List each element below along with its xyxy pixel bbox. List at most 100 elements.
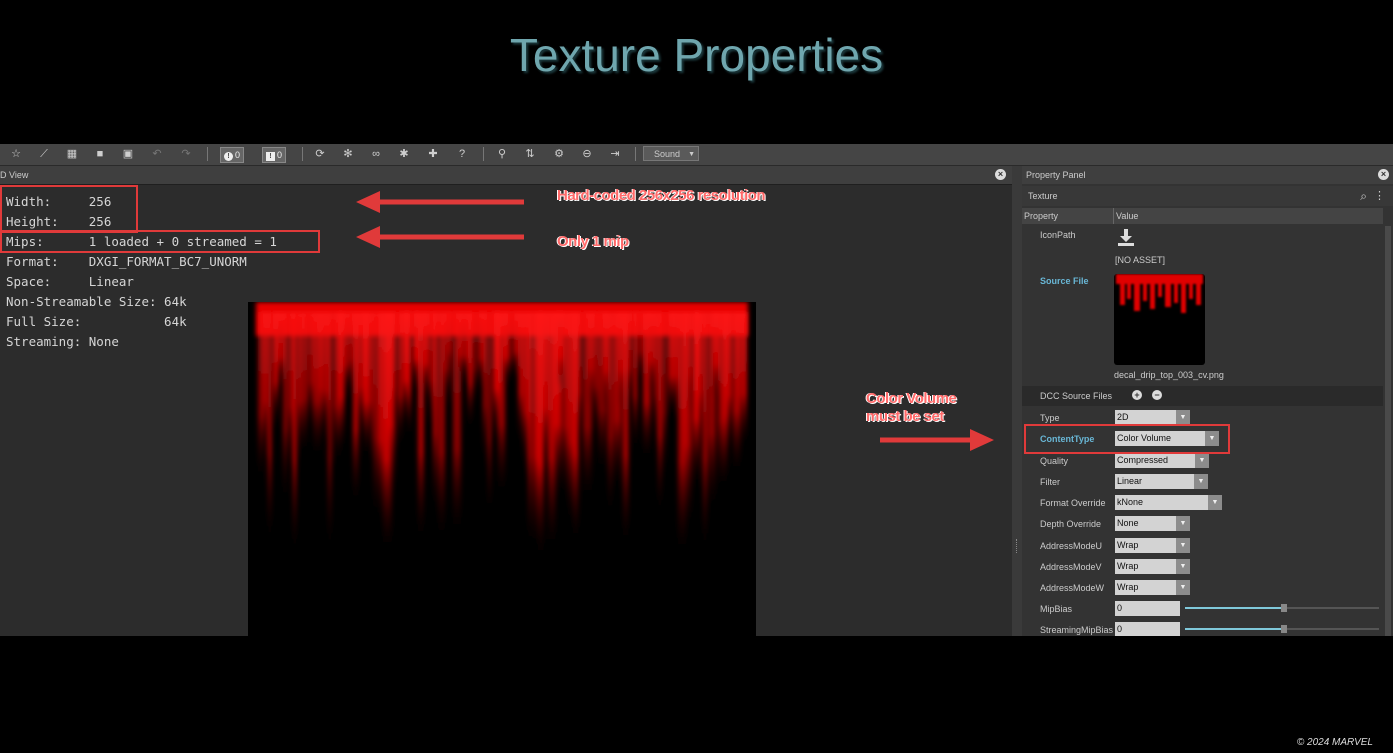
sort-icon[interactable]: ⇅ — [522, 147, 538, 161]
highlight-mips-box — [0, 230, 320, 253]
warning-icon: ! — [266, 152, 275, 161]
error-count-badge[interactable]: ! 0 — [220, 147, 245, 163]
filter-icon[interactable]: ⚲ — [494, 147, 510, 161]
streamingmipbias-value: 0 — [1117, 624, 1123, 634]
plus-icon[interactable]: ✚ — [425, 147, 441, 161]
view-panel-header: D View × — [0, 166, 1012, 185]
error-count: 0 — [235, 150, 241, 160]
arrow-left-icon — [356, 226, 524, 248]
grid-icon[interactable]: ▦ — [64, 147, 80, 161]
prop-label-iconpath: IconPath — [1040, 230, 1076, 240]
redo-icon[interactable]: ↷ — [178, 147, 194, 161]
more-icon[interactable]: ⋮ — [1374, 186, 1385, 206]
info-space: Space: Linear — [6, 274, 134, 289]
streamingmipbias-slider[interactable] — [1185, 625, 1379, 633]
remove-icon[interactable]: − — [1152, 390, 1162, 400]
highlight-contenttype-box — [1024, 424, 1230, 454]
annotation-mip: Only 1 mip — [557, 233, 629, 250]
addressmodew-dropdown[interactable]: Wrap ▼ — [1115, 580, 1190, 595]
help-icon[interactable]: ? — [454, 147, 470, 161]
streamingmipbias-input[interactable]: 0 — [1115, 622, 1180, 636]
source-file-name: decal_drip_top_003_cv.png — [1114, 370, 1224, 380]
column-divider[interactable] — [1113, 208, 1114, 224]
wand-icon[interactable]: ⟋ — [36, 147, 52, 161]
column-property: Property — [1024, 211, 1059, 221]
toolbar-divider — [635, 147, 636, 161]
editor-window: ☆ ⟋ ▦ ■ ▣ ↶ ↷ ! 0 ! 0 ⟳ ✻ ∞ ✱ ✚ ? ⚲ ⇅ ⚙ ⊖ … — [0, 144, 1393, 636]
search-icon[interactable]: ⌕ — [1360, 186, 1367, 206]
streamingmipbias-slider-handle[interactable] — [1281, 625, 1287, 633]
dcc-label: DCC Source Files — [1040, 391, 1113, 401]
addressmodeu-dropdown[interactable]: Wrap ▼ — [1115, 538, 1190, 553]
toolbar: ☆ ⟋ ▦ ■ ▣ ↶ ↷ ! 0 ! 0 ⟳ ✻ ∞ ✱ ✚ ? ⚲ ⇅ ⚙ ⊖ … — [0, 144, 1393, 166]
toolbar-divider — [302, 147, 303, 161]
depth-override-value: None — [1117, 518, 1139, 528]
error-icon: ! — [224, 152, 233, 161]
prop-label-addressmodev: AddressModeV — [1040, 562, 1102, 572]
source-file-thumbnail[interactable] — [1114, 274, 1205, 365]
prop-label-addressmodew: AddressModeW — [1040, 583, 1105, 593]
save-icon[interactable]: ▣ — [120, 147, 136, 161]
settings-icon[interactable]: ⚙ — [551, 147, 567, 161]
snowflake-icon[interactable]: ✻ — [340, 147, 356, 161]
type-dropdown[interactable]: 2D ▼ — [1115, 410, 1190, 425]
texture-preview — [248, 302, 756, 636]
prop-label-mipbias: MipBias — [1040, 604, 1073, 614]
filter-dropdown[interactable]: Linear ▼ — [1115, 474, 1208, 489]
refresh-icon[interactable]: ⟳ — [312, 147, 328, 161]
warning-count-badge[interactable]: ! 0 — [262, 147, 287, 163]
arrow-left-icon — [356, 191, 524, 213]
prop-label-addressmodeu: AddressModeU — [1040, 541, 1103, 551]
lock-icon[interactable]: ■ — [92, 147, 108, 161]
column-value: Value — [1116, 211, 1139, 221]
undo-icon[interactable]: ↶ — [149, 147, 165, 161]
mipbias-input[interactable]: 0 — [1115, 601, 1180, 616]
close-icon[interactable]: × — [995, 169, 1006, 180]
prop-label-quality: Quality — [1040, 456, 1069, 466]
property-panel: Property Panel × Texture ⌕ ⋮ Property Va… — [1022, 166, 1393, 636]
object-type-label: Texture — [1028, 191, 1058, 201]
mipbias-slider-handle[interactable] — [1281, 604, 1287, 612]
quality-value: Compressed — [1117, 455, 1169, 465]
dcc-source-files-row: DCC Source Files + − — [1022, 386, 1383, 406]
exit-icon[interactable]: ⇥ — [607, 147, 623, 161]
annotation-resolution: Hard-coded 256x256 resolution — [557, 187, 766, 204]
mipbias-slider[interactable] — [1185, 604, 1379, 612]
minus-icon[interactable]: ⊖ — [579, 147, 595, 161]
info-full-size: Full Size: 64k — [6, 314, 187, 329]
sound-dropdown[interactable]: Sound ▼ — [643, 146, 699, 161]
addressmodev-dropdown[interactable]: Wrap ▼ — [1115, 559, 1190, 574]
addressmodev-value: Wrap — [1117, 561, 1139, 571]
download-icon[interactable] — [1116, 228, 1136, 248]
format-override-value: kNone — [1117, 497, 1144, 507]
info-format: Format: DXGI_FORMAT_BC7_UNORM — [6, 254, 247, 269]
prop-label-depth-override: Depth Override — [1040, 519, 1102, 529]
scrollbar[interactable] — [1385, 226, 1391, 636]
prop-label-format-override: Format Override — [1040, 498, 1106, 508]
link-icon[interactable]: ∞ — [368, 147, 384, 161]
chevron-down-icon: ▼ — [1194, 474, 1208, 489]
chevron-down-icon: ▼ — [1208, 495, 1222, 510]
icon-path-value: [NO ASSET] — [1115, 255, 1166, 265]
chevron-down-icon: ▼ — [1176, 580, 1190, 595]
property-panel-title: Property Panel — [1026, 170, 1086, 180]
star-icon[interactable]: ☆ — [8, 147, 24, 161]
prop-label-streamingmipbias: StreamingMipBias — [1040, 625, 1114, 635]
add-icon[interactable]: + — [1132, 390, 1142, 400]
mipbias-value: 0 — [1117, 603, 1123, 613]
info-non-streamable-size: Non-Streamable Size: 64k — [6, 294, 187, 309]
toolbar-divider — [483, 147, 484, 161]
filter-value: Linear — [1117, 476, 1143, 486]
bug-icon[interactable]: ✱ — [396, 147, 412, 161]
chevron-down-icon: ▼ — [1176, 559, 1190, 574]
quality-dropdown[interactable]: Compressed ▼ — [1115, 453, 1209, 468]
depth-override-dropdown[interactable]: None ▼ — [1115, 516, 1190, 531]
red-drip-texture — [256, 302, 748, 566]
annotation-color-volume-line2: must be set — [866, 408, 944, 425]
annotation-color-volume-line1: Color Volume — [866, 390, 957, 407]
prop-label-filter: Filter — [1040, 477, 1060, 487]
close-icon[interactable]: × — [1378, 169, 1389, 180]
copyright: © 2024 MARVEL — [1296, 737, 1373, 748]
splitter-handle[interactable] — [1016, 539, 1019, 553]
format-override-dropdown[interactable]: kNone ▼ — [1115, 495, 1222, 510]
